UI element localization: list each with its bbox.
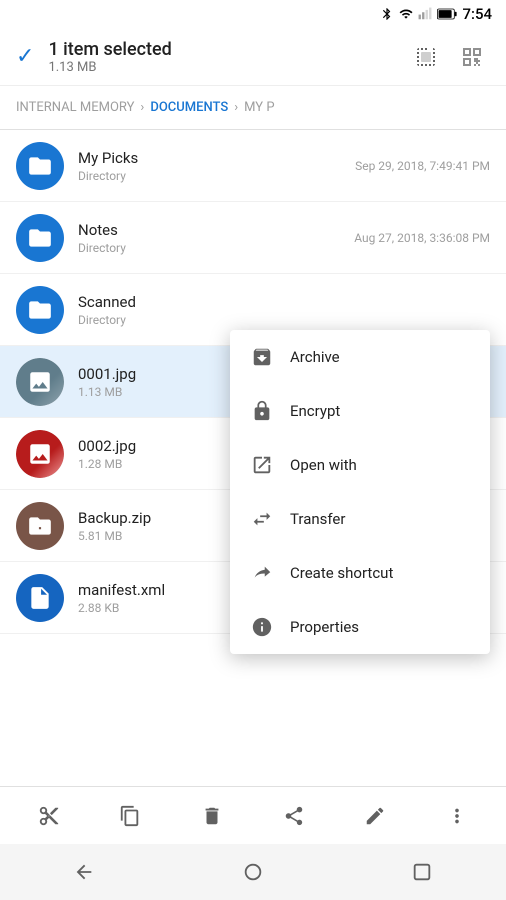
create-shortcut-label: Create shortcut: [290, 564, 393, 582]
archive-icon: [250, 345, 274, 369]
open-with-icon: [250, 453, 274, 477]
archive-menu-item[interactable]: Archive: [230, 330, 490, 384]
archive-label: Archive: [290, 348, 340, 366]
transfer-menu-item[interactable]: Transfer: [230, 492, 490, 546]
properties-label: Properties: [290, 618, 359, 636]
encrypt-label: Encrypt: [290, 402, 340, 420]
shortcut-icon: [250, 561, 274, 585]
open-with-menu-item[interactable]: Open with: [230, 438, 490, 492]
lock-icon: [250, 399, 274, 423]
info-icon: [250, 615, 274, 639]
transfer-icon: [250, 507, 274, 531]
transfer-label: Transfer: [290, 510, 345, 528]
properties-menu-item[interactable]: Properties: [230, 600, 490, 654]
context-menu-overlay[interactable]: Archive Encrypt Open with Transfer Creat: [0, 0, 506, 900]
create-shortcut-menu-item[interactable]: Create shortcut: [230, 546, 490, 600]
encrypt-menu-item[interactable]: Encrypt: [230, 384, 490, 438]
context-menu: Archive Encrypt Open with Transfer Creat: [230, 330, 490, 654]
open-with-label: Open with: [290, 456, 357, 474]
